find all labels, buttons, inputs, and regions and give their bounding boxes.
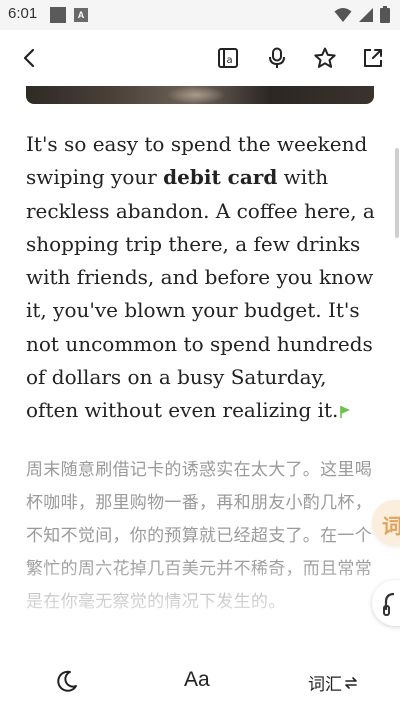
microphone-icon — [269, 47, 285, 68]
svg-text:a: a — [227, 55, 233, 66]
article-image — [26, 86, 374, 104]
back-button[interactable] — [14, 42, 46, 74]
highlighted-term[interactable]: debit card — [163, 165, 277, 189]
share-button[interactable] — [357, 42, 389, 74]
star-icon — [314, 47, 336, 68]
top-toolbar: a — [0, 30, 400, 86]
back-arrow-icon — [23, 48, 35, 68]
moon-icon — [57, 670, 77, 692]
scrollbar[interactable] — [395, 148, 399, 238]
signal-icon — [359, 7, 373, 22]
status-icons — [334, 6, 390, 23]
flag-icon[interactable] — [340, 405, 351, 419]
favorite-button[interactable] — [309, 42, 341, 74]
vocab-side-tab-label: 词 — [382, 514, 400, 538]
reader-mode-button[interactable]: a — [212, 42, 244, 74]
night-mode-button[interactable] — [54, 668, 80, 694]
english-paragraph[interactable]: It's so easy to spend the weekend swipin… — [26, 128, 376, 428]
notification-badge-icon: A — [74, 8, 88, 22]
audio-side-tab[interactable] — [372, 580, 400, 626]
status-bar: 6:01 A — [0, 0, 400, 30]
bottom-bar: Aa 词汇 — [0, 656, 400, 710]
vocabulary-button[interactable]: 词汇 — [308, 670, 358, 695]
article-image-highlight — [166, 86, 226, 104]
battery-icon — [380, 6, 390, 23]
share-icon — [364, 49, 382, 67]
notification-square-icon — [50, 7, 66, 23]
font-settings-button[interactable]: Aa — [184, 668, 210, 692]
english-text-end: with reckless abandon. A coffee here, a … — [26, 165, 375, 423]
status-time: 6:01 — [8, 5, 38, 22]
vocabulary-label: 词汇 — [308, 675, 342, 695]
microphone-button[interactable] — [261, 42, 293, 74]
wifi-icon — [334, 7, 352, 22]
chinese-translation: 周末随意刷借记卡的诱惑实在太大了。这里喝杯咖啡，那里购物一番，再和朋友小酌几杯，… — [26, 460, 372, 612]
vocab-side-tab[interactable]: 词 — [372, 500, 400, 546]
headphones-icon — [383, 592, 395, 616]
swap-icon — [345, 676, 357, 689]
reader-mode-icon: a — [218, 48, 238, 68]
